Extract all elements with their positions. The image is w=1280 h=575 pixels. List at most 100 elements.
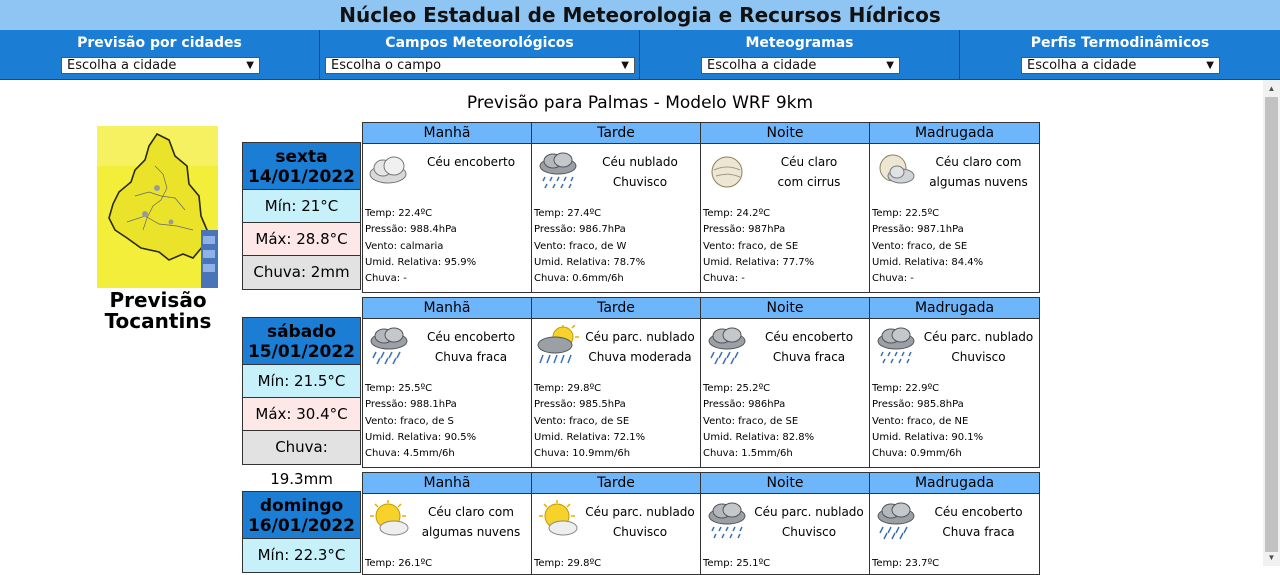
- field-select[interactable]: Escolha o campo ▼: [325, 57, 635, 74]
- menu-label: Previsão por cidades: [77, 35, 242, 51]
- menu-label: Campos Meteorológicos: [385, 35, 574, 51]
- profile-select[interactable]: Escolha a cidade ▼: [1021, 57, 1220, 74]
- condition: Céu parc. nublado Chuvisco: [754, 505, 864, 539]
- select-value: Escolha a cidade: [1027, 58, 1137, 73]
- condition: Céu parc. nublado Chuva moderada: [585, 330, 695, 364]
- daily-rain: Chuva: 19.3mm: [243, 431, 360, 488]
- day-summary: sexta 14/01/2022 Mín: 21°C Máx: 28.8°C C…: [242, 142, 361, 290]
- period-header: Madrugada: [914, 125, 995, 141]
- site-title: Núcleo Estadual de Meteorologia e Recurs…: [339, 3, 941, 27]
- humidity: Umid. Relativa: 90.5%: [365, 431, 477, 443]
- day-header: sábado 15/01/2022: [243, 318, 360, 365]
- few-clouds-night-icon: [873, 150, 919, 190]
- rain: Chuva: 0.9mm/6h: [872, 448, 962, 460]
- day-summary: sábado 15/01/2022 Mín: 21.5°C Máx: 30.4°…: [242, 317, 361, 488]
- forecast-table: Manhã Tarde Noite Madrugada Céu claro co…: [362, 472, 1040, 575]
- light-rain-cloud-icon: [873, 500, 919, 540]
- period-cell: Céu parc. nublado Chuva moderada Temp: 29…: [532, 319, 701, 467]
- period-header: Madrugada: [914, 475, 995, 491]
- sun-rain-cloud-icon: [535, 324, 581, 365]
- city-forecast-select[interactable]: Escolha a cidade ▼: [61, 57, 260, 74]
- period-cell: Céu nublado Chuvisco Temp: 27.4ºC Pressão…: [532, 144, 701, 292]
- period-stats: Temp: 24.2ºC Pressão: 987hPa Vento: frac…: [703, 206, 814, 287]
- rain: Chuva: 0.6mm/6h: [534, 273, 624, 285]
- wind: Vento: fraco, de W: [534, 240, 627, 252]
- chevron-down-icon: ▼: [1206, 60, 1214, 71]
- period-header: Noite: [701, 123, 870, 143]
- forecast-row: Céu claro com algumas nuvens Temp: 26.1ºC…: [363, 494, 1039, 574]
- menu-label: Meteogramas: [745, 35, 854, 51]
- period-header: Noite: [701, 298, 870, 318]
- temperature: Temp: 25.1ºC: [703, 558, 771, 569]
- pressure: Pressão: 985.8hPa: [872, 399, 964, 411]
- temperature: Temp: 23.7ºC: [872, 558, 940, 569]
- light-rain-cloud-icon: [366, 325, 412, 365]
- wind: Vento: calmaria: [365, 240, 444, 252]
- vertical-scrollbar[interactable]: ▲ ▼: [1263, 80, 1280, 566]
- period-stats: Temp: 27.4ºC Pressão: 986.7hPa Vento: fr…: [534, 206, 645, 287]
- tocantins-map-logo: [97, 126, 218, 288]
- pressure: Pressão: 985.5hPa: [534, 399, 626, 411]
- drizzle-cloud-icon: [704, 500, 750, 540]
- period-stats: Temp: 22.4ºC Pressão: 988.4hPa Vento: ca…: [365, 206, 476, 287]
- max-temp: Máx: 28.8°C: [243, 223, 360, 256]
- wind: Vento: fraco, de SE: [703, 415, 799, 427]
- temperature: Temp: 24.2ºC: [703, 208, 771, 219]
- day-summary: domingo 16/01/2022 Mín: 22.3°C: [242, 491, 361, 573]
- humidity: Umid. Relativa: 77.7%: [703, 256, 815, 268]
- period-cell: Céu encoberto Chuva fraca Temp: 25.2ºC Pr…: [701, 319, 870, 467]
- period-header: Madrugada: [914, 300, 995, 316]
- period-stats: Temp: 23.7ºC: [872, 556, 939, 572]
- period-header: Tarde: [532, 298, 701, 318]
- condition: Céu encoberto: [426, 155, 516, 169]
- logo-line-2: Tocantins: [104, 309, 212, 333]
- humidity: Umid. Relativa: 72.1%: [534, 431, 646, 443]
- daily-rain: Chuva: 2mm: [243, 256, 360, 289]
- period-header-row: Manhã Tarde Noite Madrugada: [363, 473, 1039, 494]
- period-cell: Céu parc. nublado Chuvisco Temp: 29.8ºC: [532, 494, 701, 574]
- site-header: Núcleo Estadual de Meteorologia e Recurs…: [0, 0, 1280, 30]
- menu-meteogramas: Meteogramas Escolha a cidade ▼: [640, 30, 960, 79]
- main-menu: Previsão por cidades Escolha a cidade ▼ …: [0, 30, 1280, 80]
- condition: Céu encoberto Chuva fraca: [426, 330, 516, 364]
- rain: Chuva: 1.5mm/6h: [703, 448, 793, 460]
- temperature: Temp: 22.4ºC: [365, 208, 433, 219]
- meteogram-select[interactable]: Escolha a cidade ▼: [701, 57, 900, 74]
- rain: Chuva: -: [703, 273, 745, 285]
- chevron-down-icon: ▼: [246, 60, 254, 71]
- logo-title: Previsão Tocantins: [90, 290, 226, 332]
- day-date: 16/01/2022: [247, 516, 356, 536]
- overcast-cloud-icon: [366, 150, 412, 190]
- temperature: Temp: 26.1ºC: [365, 558, 433, 569]
- page-title: Previsão para Palmas - Modelo WRF 9km: [466, 93, 814, 113]
- period-cell: Céu claro com cirrus Temp: 24.2ºC Pressão…: [701, 144, 870, 292]
- period-header: Manhã: [363, 123, 532, 143]
- period-header: Manhã: [363, 298, 532, 318]
- day-header: domingo 16/01/2022: [243, 492, 360, 539]
- rain: Chuva: -: [872, 273, 914, 285]
- scrollbar-thumb[interactable]: [1265, 97, 1278, 552]
- rain: Chuva: -: [365, 273, 407, 285]
- period-stats: Temp: 29.8ºC: [534, 556, 601, 572]
- condition: Céu claro com algumas nuvens: [929, 155, 1028, 189]
- menu-perfis-termodinamicos: Perfis Termodinâmicos Escolha a cidade ▼: [960, 30, 1280, 79]
- day-date: 15/01/2022: [247, 342, 356, 362]
- condition: Céu parc. nublado Chuvisco: [923, 330, 1034, 364]
- menu-campos-meteorologicos: Campos Meteorológicos Escolha o campo ▼: [320, 30, 640, 79]
- sun-cloud-icon: [535, 500, 581, 540]
- period-stats: Temp: 25.1ºC: [703, 556, 770, 572]
- menu-label: Perfis Termodinâmicos: [1030, 35, 1210, 51]
- scroll-down-icon[interactable]: ▼: [1263, 549, 1280, 566]
- rain: Chuva: 4.5mm/6h: [365, 448, 455, 460]
- chevron-down-icon: ▼: [886, 60, 894, 71]
- period-cell: Céu encoberto Chuva fraca Temp: 25.5ºC Pr…: [363, 319, 532, 467]
- period-header: Tarde: [532, 123, 701, 143]
- drizzle-cloud-icon: [535, 150, 581, 190]
- period-cell: Céu claro com algumas nuvens Temp: 26.1ºC: [363, 494, 532, 574]
- forecast-row: Céu encoberto Temp: 22.4ºC Pressão: 988.…: [363, 144, 1039, 292]
- period-header: Noite: [701, 473, 870, 493]
- min-temp: Mín: 22.3°C: [243, 539, 360, 572]
- day-date: 14/01/2022: [247, 167, 356, 187]
- period-stats: Temp: 25.5ºC Pressão: 988.1hPa Vento: fr…: [365, 381, 476, 462]
- humidity: Umid. Relativa: 84.4%: [872, 256, 984, 268]
